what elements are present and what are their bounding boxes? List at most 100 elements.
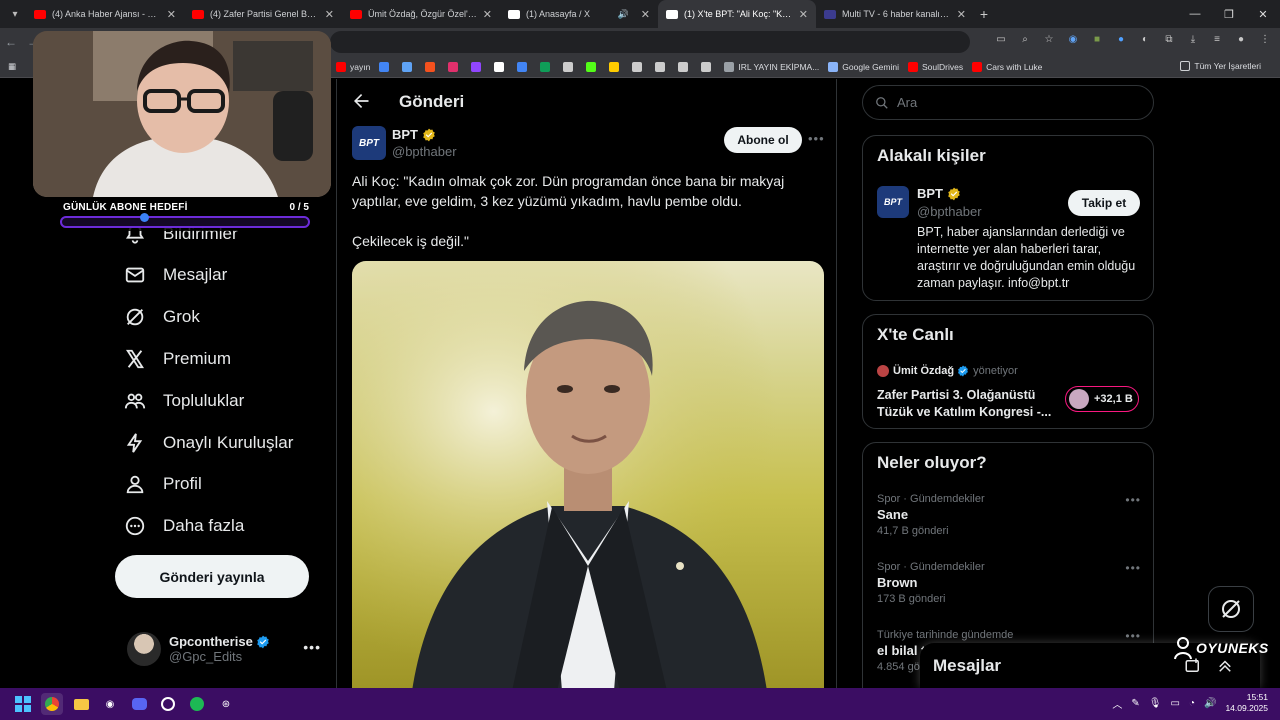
nav-item[interactable]: Mesajlar xyxy=(123,260,227,290)
browser-tab[interactable]: (4) Zafer Partisi Genel Başkanı Ü ✕ xyxy=(184,0,342,28)
bookmark-item[interactable] xyxy=(425,61,439,72)
whatsapp-icon[interactable] xyxy=(157,693,179,715)
browser-tab[interactable]: (4) Anka Haber Ajansı - YouTube ✕ xyxy=(26,0,184,28)
nav-item[interactable]: Grok xyxy=(123,302,200,332)
trend-more-icon[interactable]: ••• xyxy=(1125,629,1141,643)
new-tab-button[interactable]: + xyxy=(974,6,994,22)
tab-close-icon[interactable]: ✕ xyxy=(167,8,176,21)
spotify-icon[interactable] xyxy=(186,693,208,715)
close-window-icon[interactable]: ✕ xyxy=(1246,0,1280,28)
bookmark-item[interactable]: SoulDrives xyxy=(908,61,963,72)
app-icon[interactable]: ⊛ xyxy=(215,693,237,715)
live-on-x-card[interactable]: X'te Canlı Ümit Özdağ yönetiyor Zafer Pa… xyxy=(862,314,1154,429)
tab-close-icon[interactable]: ✕ xyxy=(483,8,492,21)
space-title[interactable]: Zafer Partisi 3. Olağanüstü Tüzük ve Kat… xyxy=(877,387,1057,421)
discord-icon[interactable] xyxy=(128,693,150,715)
bookmark-item[interactable] xyxy=(563,61,577,72)
address-bar[interactable] xyxy=(330,31,970,53)
network-icon[interactable]: ◔ xyxy=(1189,698,1195,709)
bookmark-item[interactable] xyxy=(402,61,416,72)
extension-icon[interactable]: ◉ xyxy=(1066,32,1080,46)
bookmark-item[interactable] xyxy=(540,61,554,72)
back-nav-icon[interactable]: ← xyxy=(0,35,22,49)
subscribe-button[interactable]: Abone ol xyxy=(724,127,802,153)
maximize-icon[interactable]: ❐ xyxy=(1212,0,1246,28)
bookmark-item[interactable] xyxy=(494,61,508,72)
post-more-icon[interactable]: ••• xyxy=(808,131,825,146)
tab-audio-icon[interactable]: 🔊 xyxy=(618,9,629,20)
all-bookmarks[interactable]: Tüm Yer İşaretleri xyxy=(1180,61,1270,71)
trend-more-icon[interactable]: ••• xyxy=(1125,561,1141,575)
bookmark-item[interactable] xyxy=(517,61,531,72)
bookmark-item[interactable]: IRL YAYIN EKİPMA... xyxy=(724,61,819,72)
author-name[interactable]: BPT xyxy=(392,127,418,142)
browser-tab[interactable]: Multi TV - 6 haber kanalını ayn ✕ xyxy=(816,0,974,28)
account-switcher[interactable]: Gpcontherise @Gpc_Edits ••• xyxy=(127,627,335,671)
bookmark-item[interactable] xyxy=(379,61,393,72)
grok-button[interactable] xyxy=(1208,586,1254,632)
microphone-icon[interactable]: 🎙 xyxy=(1149,698,1162,709)
browser-tab[interactable]: Ümit Özdağ, Özgür Özel'i CHP ✕ xyxy=(342,0,500,28)
author-handle[interactable]: @bpthaber xyxy=(392,144,457,159)
listener-count-badge[interactable]: +32,1 B xyxy=(1065,386,1139,412)
more-options-icon[interactable]: ••• xyxy=(303,639,321,655)
search-input[interactable] xyxy=(897,95,1137,110)
trend-more-icon[interactable]: ••• xyxy=(1125,493,1141,507)
chrome-icon[interactable] xyxy=(41,693,63,715)
minimize-icon[interactable]: — xyxy=(1178,0,1212,28)
bookmark-item[interactable] xyxy=(448,61,462,72)
tray-overflow-icon[interactable]: ︿ xyxy=(1112,696,1122,711)
nav-item[interactable]: Topluluklar xyxy=(123,386,244,416)
profile-avatar-icon[interactable]: ● xyxy=(1234,32,1248,46)
steam-icon[interactable]: ◉ xyxy=(99,693,121,715)
cast-icon[interactable]: ▭ xyxy=(994,32,1008,46)
tab-close-icon[interactable]: ✕ xyxy=(325,8,334,21)
back-arrow-icon[interactable] xyxy=(351,91,371,111)
reading-list-icon[interactable]: ≡ xyxy=(1210,32,1224,46)
bookmark-item[interactable] xyxy=(632,61,646,72)
extension-icon[interactable]: ■ xyxy=(1090,32,1104,46)
related-avatar[interactable]: BPT xyxy=(877,186,909,218)
display-icon[interactable]: ▭ xyxy=(1171,698,1180,709)
nav-item[interactable]: Onaylı Kuruluşlar xyxy=(123,428,293,458)
browser-tab[interactable]: (1) Anasayfa / X 🔊 ✕ xyxy=(500,0,658,28)
zoom-icon[interactable]: ⌕ xyxy=(1018,32,1032,46)
post-photo[interactable] xyxy=(352,261,824,691)
bookmark-item[interactable] xyxy=(701,61,715,72)
trend-item[interactable]: Spor · Gündemdekiler Sane 41,7 B gönderi ••… xyxy=(877,493,1141,537)
extension-icon[interactable]: ◐ xyxy=(1138,32,1152,46)
browser-tab[interactable]: (1) X'te BPT: "Ali Koç: "Kadın ol ✕ xyxy=(658,0,816,28)
volume-icon[interactable]: 🔊 xyxy=(1204,698,1216,709)
tab-close-icon[interactable]: ✕ xyxy=(957,8,966,21)
tab-search-icon[interactable]: ▾ xyxy=(4,3,26,25)
follow-button[interactable]: Takip et xyxy=(1068,190,1140,216)
bookmark-item[interactable] xyxy=(678,61,692,72)
apps-grid-icon[interactable]: ▦ xyxy=(8,61,16,72)
related-handle[interactable]: @bpthaber xyxy=(917,204,982,219)
bookmark-item[interactable] xyxy=(471,61,485,72)
system-clock[interactable]: 15:51 14.09.2025 xyxy=(1225,692,1268,714)
bookmark-item[interactable]: Google Gemini xyxy=(828,61,899,72)
bookmark-star-icon[interactable]: ☆ xyxy=(1042,32,1056,46)
extensions-puzzle-icon[interactable]: ⧉ xyxy=(1162,32,1176,46)
tab-close-icon[interactable]: ✕ xyxy=(799,8,808,21)
trend-item[interactable]: Spor · Gündemdekiler Brown 173 B gönderi ••… xyxy=(877,561,1141,605)
tab-close-icon[interactable]: ✕ xyxy=(641,8,650,21)
nav-item[interactable]: Daha fazla xyxy=(123,511,244,541)
bookmark-item[interactable] xyxy=(655,61,669,72)
bookmark-item[interactable] xyxy=(609,61,623,72)
file-explorer-icon[interactable] xyxy=(70,693,92,715)
nav-item[interactable]: Profil xyxy=(123,469,202,499)
bookmark-item[interactable] xyxy=(586,61,600,72)
related-name[interactable]: BPT xyxy=(917,186,943,201)
nav-item[interactable]: Premium xyxy=(123,344,231,374)
windows-start-icon[interactable] xyxy=(12,693,34,715)
bookmark-item[interactable]: Cars with Luke xyxy=(972,61,1042,72)
pen-icon[interactable]: ✎ xyxy=(1131,698,1139,709)
author-avatar[interactable]: BPT xyxy=(352,126,386,160)
extension-icon[interactable]: ● xyxy=(1114,32,1128,46)
download-icon[interactable]: ⤓ xyxy=(1186,32,1200,46)
search-box[interactable] xyxy=(862,85,1154,120)
post-button[interactable]: Gönderi yayınla xyxy=(115,555,309,598)
bookmark-item[interactable]: yayın xyxy=(336,61,370,72)
